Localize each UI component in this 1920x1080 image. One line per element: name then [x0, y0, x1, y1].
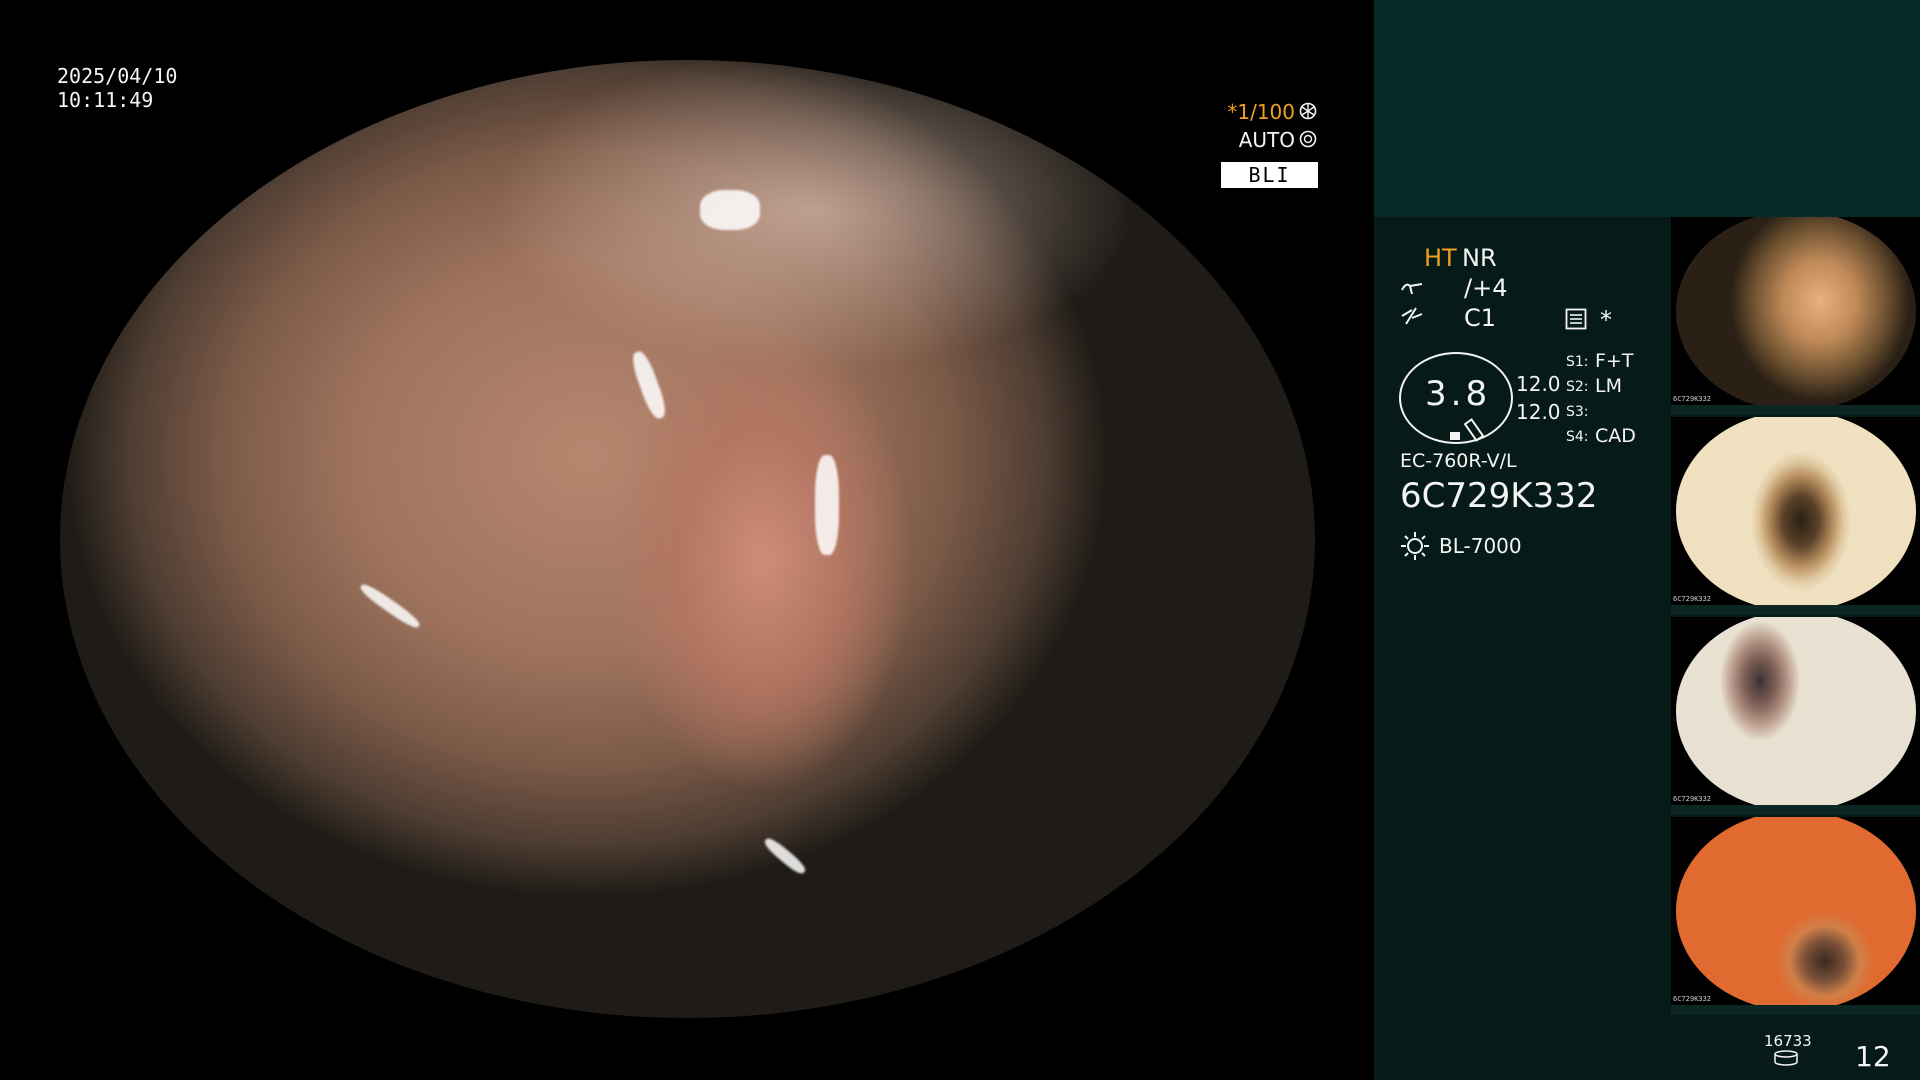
thumbnail-image — [1676, 417, 1916, 605]
enhance-level: /+4 — [1464, 274, 1508, 302]
ht-label: HT — [1424, 244, 1457, 272]
gauge-value: 3.8 — [1425, 374, 1492, 414]
thumbnail-3[interactable]: 6C729K332 — [1671, 617, 1920, 805]
gauge-bottom-value: 12.0 — [1516, 400, 1561, 424]
color-icon — [1401, 307, 1423, 325]
s4-value: CAD — [1595, 425, 1636, 447]
s1-label: S1: — [1566, 354, 1589, 370]
color-setting: C1 — [1464, 304, 1497, 332]
specular-highlight — [815, 455, 839, 555]
image-count: 12 — [1855, 1040, 1891, 1073]
thumbnail-caption: 6C729K332 — [1673, 595, 1711, 603]
shutter-speed: *1/100 — [1227, 100, 1295, 124]
date-label: 2025/04/10 — [57, 64, 178, 88]
specular-highlight — [330, 985, 390, 1003]
thumbnail-caption: 6C729K332 — [1673, 795, 1711, 803]
gauge-marker — [1450, 432, 1460, 440]
nr-label: NR — [1462, 244, 1497, 272]
menu-icon — [1565, 308, 1587, 330]
scope-serial: 6C729K332 — [1400, 476, 1598, 516]
thumbnail-strip — [1671, 1005, 1920, 1015]
gauge-top-value: 12.0 — [1516, 372, 1561, 396]
s2-value: LM — [1595, 375, 1622, 397]
s1-value: F+T — [1595, 350, 1634, 372]
thumbnail-caption: 6C729K332 — [1673, 395, 1711, 403]
gauge-needle-icon — [1464, 418, 1485, 442]
thumbnail-4[interactable]: 6C729K332 — [1671, 817, 1920, 1005]
specular-highlight — [700, 190, 760, 230]
thumbnail-1[interactable]: 6C729K332 — [1671, 217, 1920, 405]
iris-mode: AUTO — [1238, 128, 1295, 152]
s4-label: S4: — [1566, 429, 1589, 445]
thumbnail-image — [1676, 817, 1916, 1005]
storage-count: 16733 — [1764, 1032, 1812, 1050]
scope-model: EC-760R-V/L — [1400, 450, 1517, 472]
s2-label: S2: — [1566, 379, 1589, 395]
thumbnail-strip — [1671, 805, 1920, 815]
asterisk-mark: * — [1600, 306, 1612, 334]
enhance-icon — [1401, 283, 1423, 295]
light-mode-badge: BLI — [1221, 162, 1318, 188]
storage-icon — [1774, 1050, 1798, 1066]
thumbnail-image — [1676, 217, 1916, 405]
s3-label: S3: — [1566, 404, 1589, 420]
panel-header — [1374, 0, 1920, 217]
endoscope-view — [60, 60, 1315, 1018]
thumbnail-image — [1676, 617, 1916, 805]
light-source-model: BL-7000 — [1439, 534, 1522, 558]
thumbnail-strip — [1671, 605, 1920, 615]
shutter-icon — [1299, 102, 1317, 120]
light-source-icon — [1401, 532, 1429, 560]
time-label: 10:11:49 — [57, 88, 154, 112]
thumbnail-caption: 6C729K332 — [1673, 995, 1711, 1003]
endoscope-image — [60, 60, 1315, 1018]
iris-icon — [1299, 130, 1317, 148]
thumbnail-strip — [1671, 405, 1920, 415]
thumbnail-2[interactable]: 6C729K332 — [1671, 417, 1920, 605]
